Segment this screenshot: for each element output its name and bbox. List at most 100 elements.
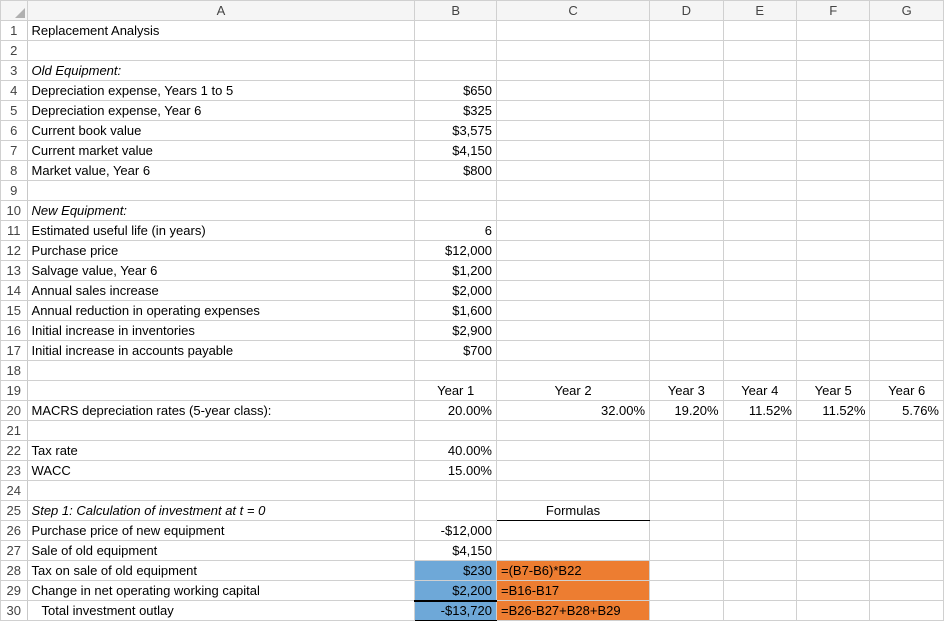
cell-F18[interactable]: [797, 361, 870, 381]
cell-D15[interactable]: [650, 301, 723, 321]
cell-D28[interactable]: [650, 561, 723, 581]
cell-F10[interactable]: [797, 201, 870, 221]
row-header[interactable]: 6: [1, 121, 28, 141]
cell-F26[interactable]: [797, 521, 870, 541]
cell-A16[interactable]: Initial increase in inventories: [27, 321, 415, 341]
cell-B12[interactable]: $12,000: [415, 241, 497, 261]
cell-F22[interactable]: [797, 441, 870, 461]
row-header[interactable]: 5: [1, 101, 28, 121]
cell-B8[interactable]: $800: [415, 161, 497, 181]
row-header[interactable]: 30: [1, 601, 28, 621]
row-header[interactable]: 3: [1, 61, 28, 81]
cell-D5[interactable]: [650, 101, 723, 121]
cell-B11[interactable]: 6: [415, 221, 497, 241]
cell-A26[interactable]: Purchase price of new equipment: [27, 521, 415, 541]
cell-E12[interactable]: [723, 241, 796, 261]
cell-F5[interactable]: [797, 101, 870, 121]
cell-E10[interactable]: [723, 201, 796, 221]
cell-A30[interactable]: Total investment outlay: [27, 601, 415, 621]
cell-G23[interactable]: [870, 461, 944, 481]
cell-F20[interactable]: 11.52%: [797, 401, 870, 421]
row-header[interactable]: 8: [1, 161, 28, 181]
cell-C21[interactable]: [496, 421, 649, 441]
cell-F2[interactable]: [797, 41, 870, 61]
cell-A10[interactable]: New Equipment:: [27, 201, 415, 221]
cell-F4[interactable]: [797, 81, 870, 101]
row-header[interactable]: 20: [1, 401, 28, 421]
cell-A19[interactable]: [27, 381, 415, 401]
cell-G28[interactable]: [870, 561, 944, 581]
cell-A27[interactable]: Sale of old equipment: [27, 541, 415, 561]
cell-C16[interactable]: [496, 321, 649, 341]
cell-E11[interactable]: [723, 221, 796, 241]
cell-A25[interactable]: Step 1: Calculation of investment at t =…: [27, 501, 415, 521]
cell-G18[interactable]: [870, 361, 944, 381]
row-header[interactable]: 21: [1, 421, 28, 441]
row-header[interactable]: 22: [1, 441, 28, 461]
cell-C20[interactable]: 32.00%: [496, 401, 649, 421]
cell-B6[interactable]: $3,575: [415, 121, 497, 141]
cell-C6[interactable]: [496, 121, 649, 141]
cell-F16[interactable]: [797, 321, 870, 341]
cell-G7[interactable]: [870, 141, 944, 161]
cell-C12[interactable]: [496, 241, 649, 261]
cell-D1[interactable]: [650, 21, 723, 41]
row-header[interactable]: 15: [1, 301, 28, 321]
cell-G3[interactable]: [870, 61, 944, 81]
cell-E14[interactable]: [723, 281, 796, 301]
cell-B15[interactable]: $1,600: [415, 301, 497, 321]
cell-G15[interactable]: [870, 301, 944, 321]
row-header[interactable]: 1: [1, 21, 28, 41]
cell-C28[interactable]: =(B7-B6)*B22: [496, 561, 649, 581]
cell-D13[interactable]: [650, 261, 723, 281]
col-header-D[interactable]: D: [650, 1, 723, 21]
row-header[interactable]: 24: [1, 481, 28, 501]
cell-G9[interactable]: [870, 181, 944, 201]
cell-F7[interactable]: [797, 141, 870, 161]
cell-A11[interactable]: Estimated useful life (in years): [27, 221, 415, 241]
cell-B20[interactable]: 20.00%: [415, 401, 497, 421]
cell-B26[interactable]: -$12,000: [415, 521, 497, 541]
select-all-corner[interactable]: [1, 1, 28, 21]
cell-G8[interactable]: [870, 161, 944, 181]
cell-B1[interactable]: [415, 21, 497, 41]
cell-E23[interactable]: [723, 461, 796, 481]
cell-C22[interactable]: [496, 441, 649, 461]
cell-D21[interactable]: [650, 421, 723, 441]
col-header-G[interactable]: G: [870, 1, 944, 21]
row-header[interactable]: 28: [1, 561, 28, 581]
cell-E7[interactable]: [723, 141, 796, 161]
cell-D4[interactable]: [650, 81, 723, 101]
row-header[interactable]: 23: [1, 461, 28, 481]
cell-C8[interactable]: [496, 161, 649, 181]
cell-F11[interactable]: [797, 221, 870, 241]
cell-A1[interactable]: Replacement Analysis: [27, 21, 415, 41]
cell-F29[interactable]: [797, 581, 870, 601]
cell-B24[interactable]: [415, 481, 497, 501]
col-header-A[interactable]: A: [27, 1, 415, 21]
cell-C18[interactable]: [496, 361, 649, 381]
cell-F28[interactable]: [797, 561, 870, 581]
cell-G30[interactable]: [870, 601, 944, 621]
cell-A20[interactable]: MACRS depreciation rates (5-year class):: [27, 401, 415, 421]
cell-D18[interactable]: [650, 361, 723, 381]
cell-F14[interactable]: [797, 281, 870, 301]
cell-D24[interactable]: [650, 481, 723, 501]
cell-F30[interactable]: [797, 601, 870, 621]
cell-E13[interactable]: [723, 261, 796, 281]
cell-B18[interactable]: [415, 361, 497, 381]
cell-G1[interactable]: [870, 21, 944, 41]
cell-G12[interactable]: [870, 241, 944, 261]
cell-D20[interactable]: 19.20%: [650, 401, 723, 421]
cell-D25[interactable]: [650, 501, 723, 521]
cell-B19[interactable]: Year 1: [415, 381, 497, 401]
col-header-C[interactable]: C: [496, 1, 649, 21]
cell-G24[interactable]: [870, 481, 944, 501]
cell-G29[interactable]: [870, 581, 944, 601]
cell-G16[interactable]: [870, 321, 944, 341]
row-header[interactable]: 2: [1, 41, 28, 61]
cell-B5[interactable]: $325: [415, 101, 497, 121]
cell-E21[interactable]: [723, 421, 796, 441]
cell-F8[interactable]: [797, 161, 870, 181]
cell-D2[interactable]: [650, 41, 723, 61]
